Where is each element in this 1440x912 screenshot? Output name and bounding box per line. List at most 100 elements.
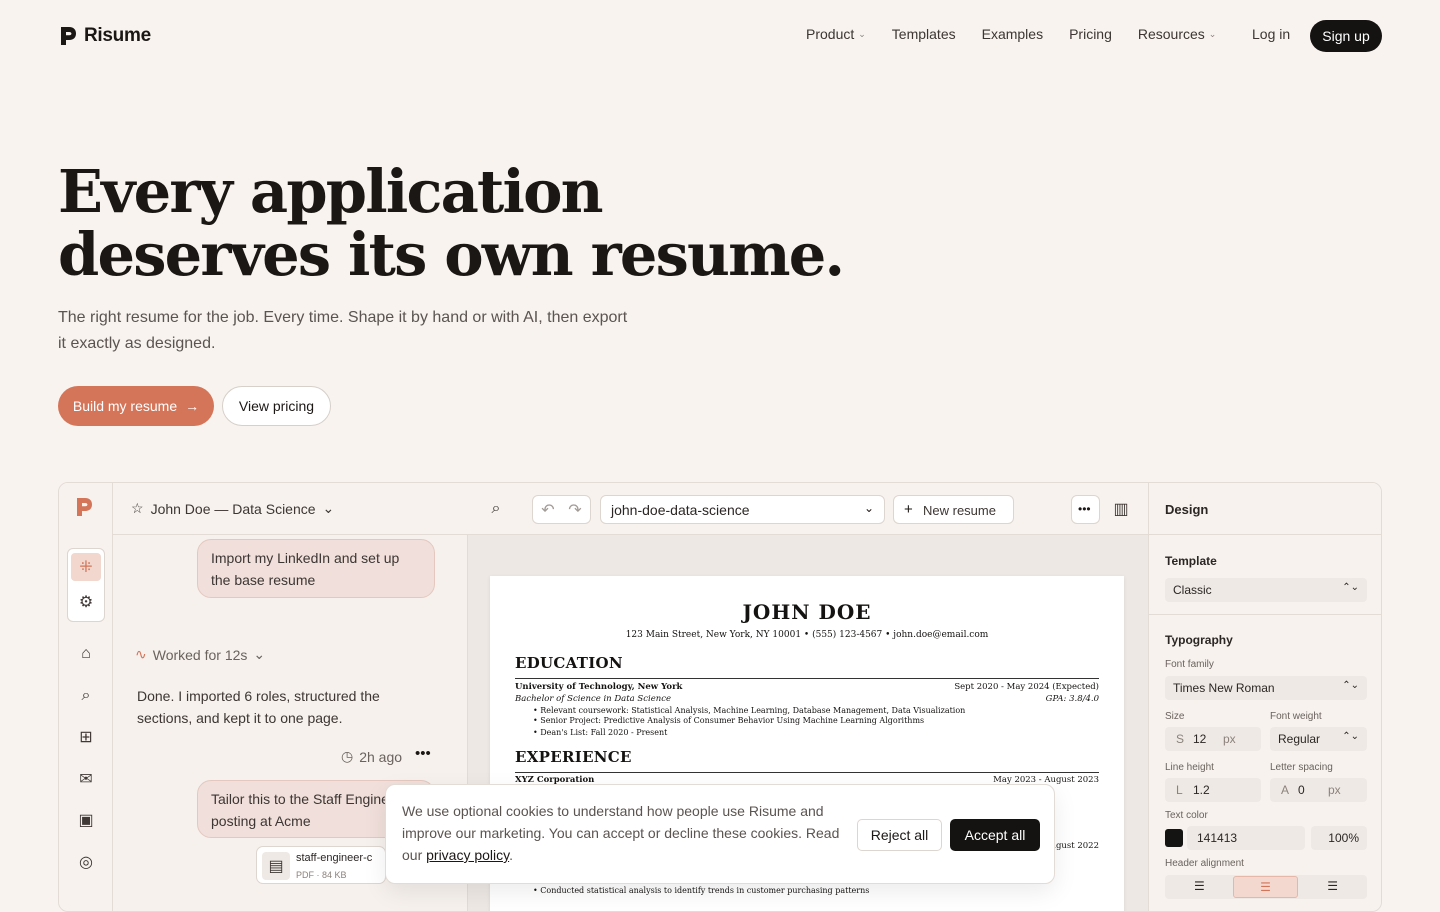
undo-icon[interactable]: ↶ bbox=[538, 501, 558, 519]
resume-contact: 123 Main Street, New York, NY 10001 • (5… bbox=[625, 630, 989, 640]
star-icon: ☆ bbox=[131, 500, 144, 516]
redo-icon[interactable]: ↷ bbox=[565, 501, 585, 519]
home-icon[interactable]: ⌂ bbox=[73, 641, 99, 667]
history-controls: ↶ ↷ bbox=[532, 495, 591, 524]
nav-pricing[interactable]: Pricing bbox=[1069, 26, 1112, 42]
briefcase-icon[interactable]: ▣ bbox=[73, 807, 99, 833]
more-options-button[interactable]: ••• bbox=[1071, 495, 1100, 524]
hero-subtitle: The right resume for the job. Every time… bbox=[58, 309, 628, 352]
logo-icon bbox=[77, 498, 92, 516]
size-input[interactable]: S 12 px bbox=[1165, 727, 1261, 751]
font-family-select[interactable]: Times New Roman ⌃⌄ bbox=[1165, 676, 1367, 700]
login-link[interactable]: Log in bbox=[1252, 26, 1290, 42]
resume-bullet: • Senior Project: Predictive Analysis of… bbox=[533, 716, 925, 725]
app-sidebar-rail: ⁜ ⚙ ⌂ ⌕ ⊞ ✉ ▣ ◎ bbox=[59, 483, 113, 911]
cookie-banner: We use optional cookies to understand ho… bbox=[385, 784, 1055, 884]
font-weight-label: Font weight bbox=[1270, 711, 1322, 722]
chevron-down-icon: ⌄ bbox=[863, 501, 874, 515]
cookie-message: We use optional cookies to understand ho… bbox=[402, 803, 840, 863]
font-family-label: Font family bbox=[1165, 659, 1214, 670]
brand-logo[interactable]: Risume bbox=[58, 24, 151, 48]
resume-experience-title: EXPERIENCE bbox=[515, 748, 632, 766]
text-color-swatch[interactable] bbox=[1165, 829, 1183, 847]
panel-divider bbox=[1149, 534, 1381, 535]
file-icon: ▤ bbox=[262, 852, 290, 880]
resume-second-dates: ugust 2022 bbox=[1050, 841, 1099, 851]
resume-bullet: • Relevant coursework: Statistical Analy… bbox=[533, 706, 966, 715]
new-resume-button[interactable]: + New resume bbox=[893, 495, 1014, 524]
message-timestamp: ◷ 2h ago bbox=[341, 748, 403, 765]
main-nav: Product ⌄ Templates Examples Pricing Reso… bbox=[806, 26, 1216, 42]
view-pricing-button[interactable]: View pricing bbox=[222, 386, 331, 426]
agent-toggle-icon[interactable]: ⌕ bbox=[485, 498, 507, 520]
settings-icon[interactable]: ⚙ bbox=[73, 589, 99, 615]
clock-icon: ◷ bbox=[341, 748, 354, 764]
resume-school-dates: Sept 2020 - May 2024 (Expected) bbox=[954, 682, 1099, 692]
text-color-input[interactable]: 141413 bbox=[1187, 826, 1305, 850]
brand-name: Risume bbox=[84, 25, 151, 46]
apps-icon[interactable]: ⁜ bbox=[71, 553, 101, 581]
accept-cookies-button[interactable]: Accept all bbox=[950, 819, 1040, 851]
size-label: Size bbox=[1165, 711, 1185, 722]
chevron-updown-icon: ⌃⌄ bbox=[1342, 582, 1359, 593]
resume-gpa: GPA: 3.8/4.0 bbox=[1045, 694, 1099, 704]
resume-select[interactable]: john-doe-data-science ⌄ bbox=[600, 495, 885, 524]
text-color-label: Text color bbox=[1165, 810, 1208, 821]
logo-icon bbox=[61, 27, 76, 45]
chevron-down-icon: ⌄ bbox=[858, 28, 866, 39]
attached-file-meta: PDF · 84 KB bbox=[296, 870, 347, 880]
chevron-down-icon: ⌄ bbox=[322, 500, 335, 516]
line-height-input[interactable]: L 1.2 bbox=[1165, 778, 1261, 802]
resume-school: University of Technology, New York bbox=[515, 682, 683, 692]
privacy-policy-link[interactable]: privacy policy bbox=[426, 847, 509, 863]
build-resume-button[interactable]: Build my resume → bbox=[58, 386, 214, 426]
search-icon[interactable]: ⌕ bbox=[73, 683, 99, 709]
letter-spacing-label: Letter spacing bbox=[1270, 762, 1333, 773]
more-icon: ••• bbox=[1078, 502, 1091, 516]
section-divider bbox=[515, 678, 1099, 679]
top-navigation: Risume Product ⌄ Templates Examples Prici… bbox=[0, 0, 1440, 72]
resume-bullet: • Conducted statistical analysis to iden… bbox=[533, 886, 870, 895]
resume-degree: Bachelor of Science in Data Science bbox=[515, 694, 672, 704]
reject-cookies-button[interactable]: Reject all bbox=[857, 819, 942, 851]
chevron-updown-icon: ⌃⌄ bbox=[1342, 731, 1359, 742]
plus-icon: + bbox=[904, 501, 913, 518]
resume-name: JOHN DOE bbox=[742, 600, 872, 624]
nav-examples[interactable]: Examples bbox=[982, 26, 1043, 42]
hero-title-line-1: Every application bbox=[58, 157, 604, 226]
align-center-icon[interactable]: ☰ bbox=[1233, 876, 1298, 898]
hero-title-line-2: deserves its own resume. bbox=[58, 220, 845, 289]
align-right-icon[interactable]: ☰ bbox=[1327, 879, 1338, 893]
section-divider bbox=[515, 772, 1099, 773]
nav-templates[interactable]: Templates bbox=[892, 26, 956, 42]
align-left-icon[interactable]: ☰ bbox=[1194, 879, 1205, 893]
signup-button[interactable]: Sign up bbox=[1310, 20, 1382, 52]
globe-icon[interactable]: ◎ bbox=[73, 849, 99, 875]
sidebar-icon[interactable]: ▥ bbox=[1109, 497, 1133, 521]
header-alignment-control: ☰ ☰ ☰ bbox=[1165, 875, 1367, 899]
template-select[interactable]: Classic ⌃⌄ bbox=[1165, 578, 1367, 602]
user-message-linkedin: Import my LinkedIn and set up the base r… bbox=[197, 539, 435, 598]
more-icon[interactable]: ••• bbox=[415, 745, 431, 762]
grid-icon[interactable]: ⊞ bbox=[73, 724, 99, 750]
text-opacity-input[interactable]: 100% bbox=[1311, 826, 1367, 850]
line-height-label: Line height bbox=[1165, 762, 1214, 773]
arrow-right-icon: → bbox=[185, 398, 200, 414]
attached-file[interactable]: ▤ staff-engineer-c PDF · 84 KB bbox=[256, 846, 386, 884]
nav-product[interactable]: Product ⌄ bbox=[806, 26, 866, 42]
attached-file-name: staff-engineer-c bbox=[296, 852, 373, 864]
chevron-down-icon: ⌄ bbox=[253, 646, 266, 662]
chevron-down-icon: ⌄ bbox=[1208, 28, 1217, 39]
nav-resources[interactable]: Resources ⌄ bbox=[1138, 26, 1216, 42]
chevron-updown-icon: ⌃⌄ bbox=[1342, 680, 1359, 691]
chat-title-dropdown[interactable]: ☆ John Doe — Data Science ⌄ bbox=[131, 500, 334, 517]
worked-duration[interactable]: ∿ Worked for 12s ⌄ bbox=[135, 646, 265, 663]
typography-label: Typography bbox=[1165, 633, 1233, 647]
letter-spacing-input[interactable]: A 0 px bbox=[1270, 778, 1367, 802]
font-weight-select[interactable]: Regular ⌃⌄ bbox=[1270, 727, 1367, 751]
resume-bullet: • Dean's List: Fall 2020 - Present bbox=[533, 728, 668, 737]
design-panel: Design Template Classic ⌃⌄ Typography Fon… bbox=[1148, 483, 1381, 911]
mail-icon[interactable]: ✉ bbox=[73, 766, 99, 792]
design-panel-title: Design bbox=[1165, 502, 1209, 517]
hero-title: Every application deserves its own resum… bbox=[58, 157, 845, 289]
